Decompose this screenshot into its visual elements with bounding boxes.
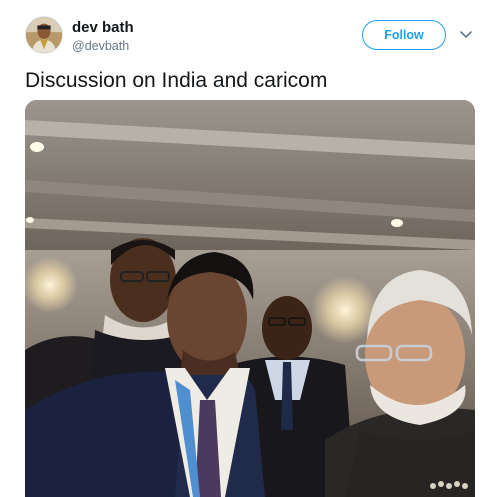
follow-button[interactable]: Follow xyxy=(362,20,446,50)
tweet-header: dev bath @devbath Follow xyxy=(0,0,491,64)
display-name[interactable]: dev bath xyxy=(72,19,134,36)
user-handle[interactable]: @devbath xyxy=(72,39,129,53)
photo-illustration xyxy=(25,100,475,497)
avatar-image xyxy=(26,17,62,53)
chevron-down-icon[interactable] xyxy=(458,26,474,42)
tweet-photo[interactable] xyxy=(25,100,475,497)
avatar[interactable] xyxy=(25,16,63,54)
tweet-text: Discussion on India and caricom xyxy=(25,69,328,92)
